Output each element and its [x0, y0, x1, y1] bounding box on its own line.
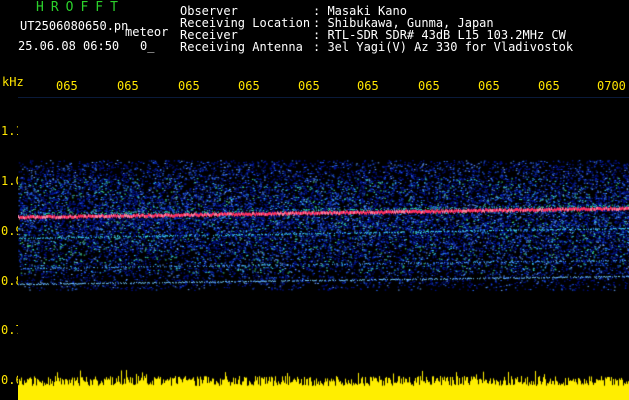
field-value-antenna: : 3el Yagi(V) Az 330 for Vladivostok	[313, 40, 574, 54]
mode-label: meteor	[125, 25, 169, 39]
time-tick-label: 065	[238, 79, 260, 93]
time-tick-label: 065	[478, 79, 500, 93]
time-tick-label: 065	[538, 79, 560, 93]
spectrogram-canvas	[18, 98, 629, 400]
time-tick-row: 065 065 065 065 065 065 065 065 065 0700	[0, 80, 629, 94]
time-tick-label: 065	[117, 79, 139, 93]
app-title: HROFFT	[36, 0, 125, 15]
time-tick-label: 065	[418, 79, 440, 93]
time-tick-label: 065	[178, 79, 200, 93]
file-name: UT2506080650.pn	[20, 19, 129, 33]
time-tick-label: 0700	[597, 79, 626, 93]
event-count: 0_	[140, 39, 155, 53]
field-label-antenna: Receiving Antenna	[180, 40, 303, 54]
time-tick-label: 065	[56, 79, 78, 93]
frequency-tick-column: 1.1 1.0 0.9 0.8 0.7 0.6	[0, 0, 23, 400]
time-tick-label: 065	[357, 79, 379, 93]
date-time: 25.06.08 06:50	[18, 39, 120, 53]
time-tick-label: 065	[298, 79, 320, 93]
